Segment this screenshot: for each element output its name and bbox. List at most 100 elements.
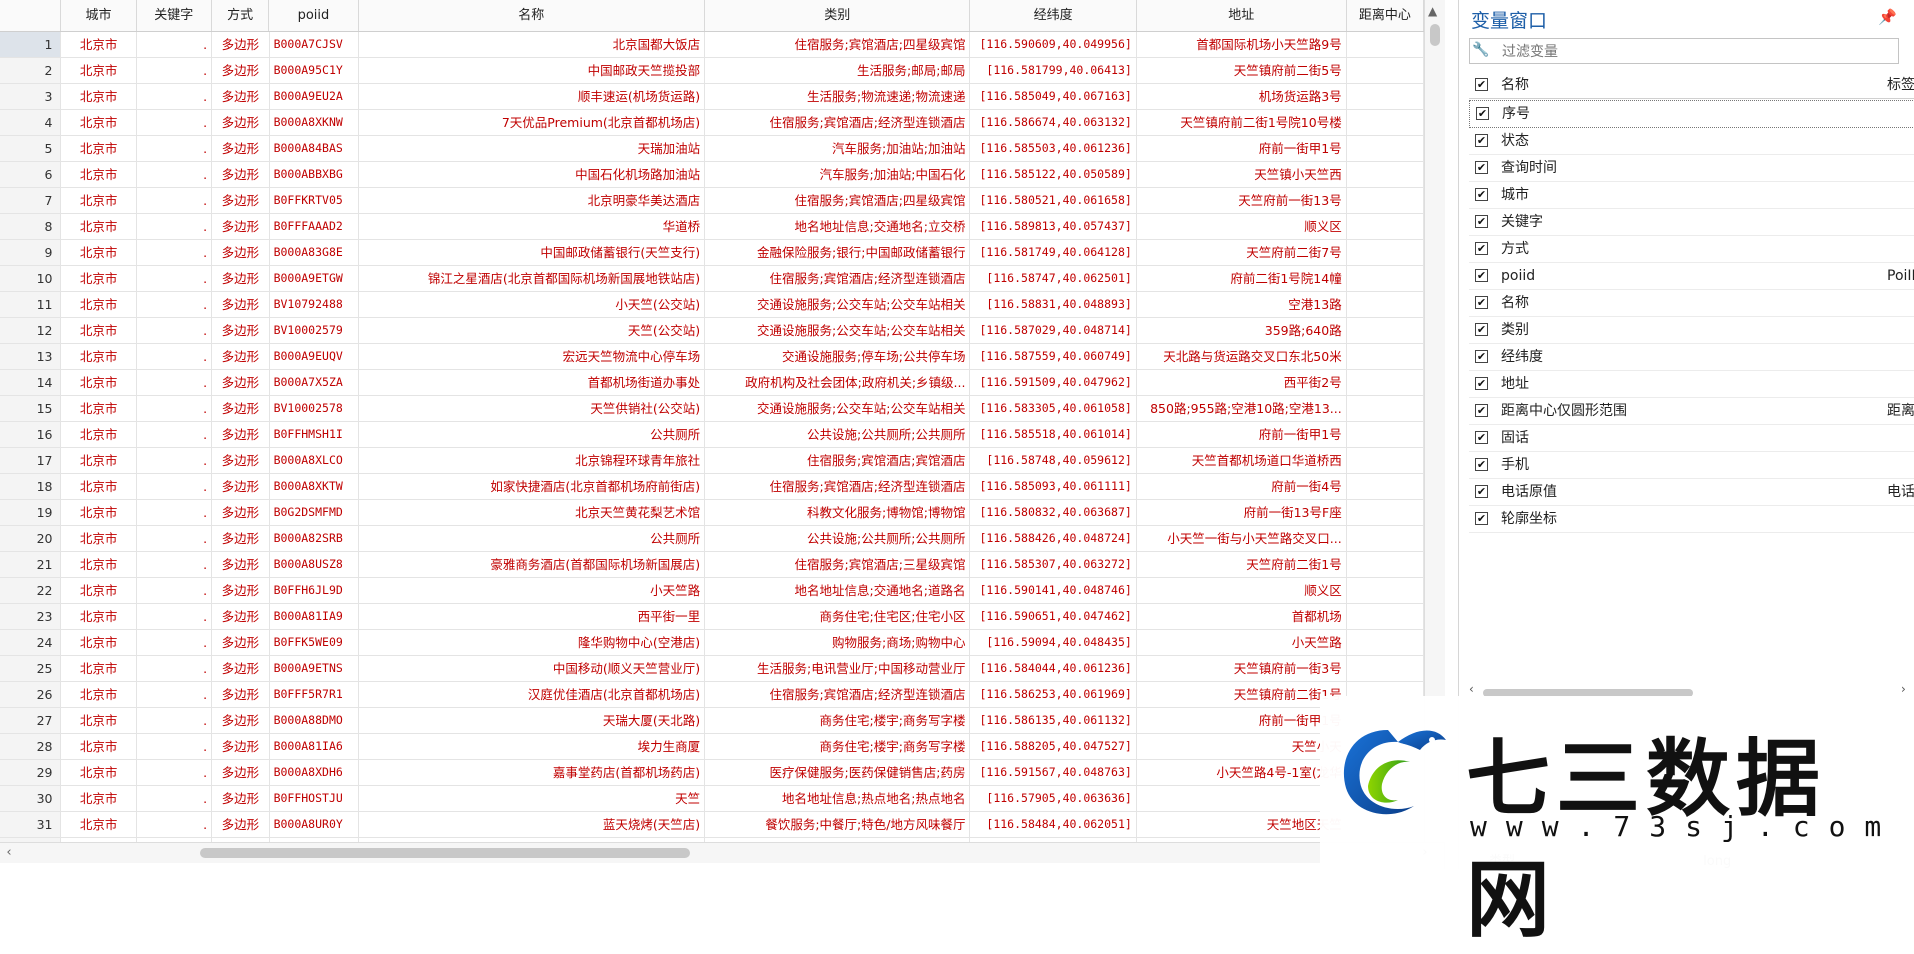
table-cell-name[interactable]: 北京天竺黄花梨艺术馆 bbox=[359, 500, 706, 525]
table-cell-coords[interactable]: [116.588426,40.048724] bbox=[970, 526, 1137, 551]
checkbox[interactable]: ✔ bbox=[1475, 161, 1488, 174]
table-cell-mode[interactable]: 多边形 bbox=[212, 500, 270, 525]
table-cell-keyword[interactable]: . bbox=[137, 786, 213, 811]
table-cell-mode[interactable]: 多边形 bbox=[212, 136, 270, 161]
table-row[interactable]: 19 北京市. 多边形 B0G2DSMFMD 北京天竺黄花梨艺术馆 科教文化服务;博物馆;… bbox=[0, 500, 1424, 526]
table-cell-coords[interactable]: [116.585049,40.067163] bbox=[970, 84, 1137, 109]
checkbox[interactable]: ✔ bbox=[1475, 269, 1488, 282]
table-cell-keyword[interactable]: . bbox=[137, 812, 213, 837]
table-cell-address[interactable]: 359路;640路 bbox=[1137, 318, 1347, 343]
table-row[interactable]: 23 北京市. 多边形 B000A81IA9 西平街一里 商务住宅;住宅区;住宅小区 [11… bbox=[0, 604, 1424, 630]
table-cell-keyword[interactable]: . bbox=[137, 734, 213, 759]
variable-item[interactable]: ✔ 轮廓坐标 bbox=[1469, 506, 1914, 533]
row-number[interactable]: 1 bbox=[0, 32, 62, 57]
table-row[interactable]: 10 北京市. 多边形 B000A9ETGW 锦江之星酒店(北京首都国际机场新国展地铁站… bbox=[0, 266, 1424, 292]
table-cell-coords[interactable]: [116.580832,40.063687] bbox=[970, 500, 1137, 525]
variable-item[interactable]: ✔ 经纬度 bbox=[1469, 344, 1914, 371]
table-cell-name[interactable]: 北京锦程环球青年旅社 bbox=[359, 448, 706, 473]
table-cell-city[interactable]: 北京市 bbox=[61, 682, 137, 707]
table-cell-poiid[interactable]: B000A9EU2A bbox=[270, 84, 359, 109]
table-cell-name[interactable]: 天竺 bbox=[359, 786, 706, 811]
table-cell-coords[interactable]: [116.57905,40.063636] bbox=[970, 786, 1137, 811]
table-cell-keyword[interactable]: . bbox=[137, 500, 213, 525]
table-cell-mode[interactable]: 多边形 bbox=[212, 630, 270, 655]
row-number[interactable]: 22 bbox=[0, 578, 62, 603]
table-cell-poiid[interactable]: B0G2DSMFMD bbox=[270, 500, 359, 525]
table-row[interactable]: 18 北京市. 多边形 B000A8XKTW 如家快捷酒店(北京首都机场府前街店) 住宿服… bbox=[0, 474, 1424, 500]
table-cell-poiid[interactable]: B000A8UR0Y bbox=[270, 812, 359, 837]
row-number[interactable]: 4 bbox=[0, 110, 62, 135]
table-cell-address[interactable]: 天竺镇小天竺西 bbox=[1137, 162, 1347, 187]
table-cell-name[interactable]: 中国石化机场路加油站 bbox=[359, 162, 706, 187]
table-cell-poiid[interactable]: B0FFHOSTJU bbox=[270, 786, 359, 811]
checkbox[interactable]: ✔ bbox=[1475, 323, 1488, 336]
table-cell-keyword[interactable]: . bbox=[137, 344, 213, 369]
row-number[interactable]: 13 bbox=[0, 344, 62, 369]
table-cell-category[interactable]: 生活服务;电讯营业厅;中国移动营业厅 bbox=[705, 656, 971, 681]
table-cell-address[interactable]: 机场货运路3号 bbox=[1137, 84, 1347, 109]
table-cell-category[interactable]: 餐饮服务;中餐厅;特色/地方风味餐厅 bbox=[705, 812, 971, 837]
table-cell-mode[interactable]: 多边形 bbox=[212, 812, 270, 837]
row-number[interactable]: 15 bbox=[0, 396, 62, 421]
table-cell-name[interactable]: 北京明豪华美达酒店 bbox=[359, 188, 706, 213]
table-cell-mode[interactable]: 多边形 bbox=[212, 448, 270, 473]
table-cell-name[interactable]: 锦江之星酒店(北京首都国际机场新国展地铁站店) bbox=[359, 266, 706, 291]
row-number[interactable]: 21 bbox=[0, 552, 62, 577]
table-cell-mode[interactable]: 多边形 bbox=[212, 526, 270, 551]
table-cell-address[interactable]: 府前一街4号 bbox=[1137, 474, 1347, 499]
table-cell-address[interactable]: 府前一街甲1号 bbox=[1137, 136, 1347, 161]
filter-input[interactable] bbox=[1500, 41, 1894, 63]
checkbox[interactable]: ✔ bbox=[1475, 350, 1488, 363]
column-header-coords[interactable]: 经纬度 bbox=[970, 0, 1137, 31]
row-number[interactable]: 17 bbox=[0, 448, 62, 473]
table-cell-coords[interactable]: [116.586135,40.061132] bbox=[970, 708, 1137, 733]
checkbox[interactable]: ✔ bbox=[1475, 296, 1488, 309]
table-cell-coords[interactable]: [116.590141,40.048746] bbox=[970, 578, 1137, 603]
table-cell-address[interactable]: 府前一街甲1号 bbox=[1137, 708, 1347, 733]
table-cell-poiid[interactable]: B000A8USZ8 bbox=[270, 552, 359, 577]
table-cell-poiid[interactable]: B000A7X5ZA bbox=[270, 370, 359, 395]
table-cell-mode[interactable]: 多边形 bbox=[212, 318, 270, 343]
table-row[interactable]: 28 北京市. 多边形 B000A81IA6 埃力生商厦 商务住宅;楼宇;商务写字楼 [11… bbox=[0, 734, 1424, 760]
table-cell-keyword[interactable]: . bbox=[137, 448, 213, 473]
row-number[interactable]: 27 bbox=[0, 708, 62, 733]
table-cell-category[interactable]: 公共设施;公共厕所;公共厕所 bbox=[705, 526, 971, 551]
table-cell-poiid[interactable]: B000A8XKTW bbox=[270, 474, 359, 499]
row-number[interactable]: 3 bbox=[0, 84, 62, 109]
table-cell-address[interactable]: 天竺镇府前二街1号 bbox=[1137, 682, 1347, 707]
table-cell-address[interactable]: 天竺府前二街1号 bbox=[1137, 552, 1347, 577]
table-cell-keyword[interactable]: . bbox=[137, 84, 213, 109]
table-cell-city[interactable]: 北京市 bbox=[61, 58, 137, 83]
table-cell-keyword[interactable]: . bbox=[137, 604, 213, 629]
table-cell-name[interactable]: 西平街一里 bbox=[359, 604, 706, 629]
table-cell-city[interactable]: 北京市 bbox=[61, 188, 137, 213]
table-cell-distance[interactable] bbox=[1347, 240, 1424, 265]
table-cell-poiid[interactable]: B000A7CJSV bbox=[270, 32, 359, 57]
table-cell-distance[interactable] bbox=[1347, 578, 1424, 603]
table-row[interactable]: 1 北京市. 多边形 B000A7CJSV 北京国都大饭店 住宿服务;宾馆酒店;四星级宾馆… bbox=[0, 32, 1424, 58]
table-row[interactable]: 11 北京市. 多边形 BV10792488 小天竺(公交站) 交通设施服务;公交车站;公… bbox=[0, 292, 1424, 318]
checkbox[interactable]: ✔ bbox=[1475, 242, 1488, 255]
table-cell-distance[interactable] bbox=[1347, 630, 1424, 655]
grid-horizontal-scrollbar[interactable]: ‹ › bbox=[0, 842, 1444, 863]
table-cell-poiid[interactable]: BV10792488 bbox=[270, 292, 359, 317]
table-row[interactable]: 13 北京市. 多边形 B000A9EUQV 宏远天竺物流中心停车场 交通设施服务;停车场… bbox=[0, 344, 1424, 370]
table-cell-city[interactable]: 北京市 bbox=[61, 786, 137, 811]
table-cell-mode[interactable]: 多边形 bbox=[212, 188, 270, 213]
table-cell-keyword[interactable]: . bbox=[137, 552, 213, 577]
column-header-address[interactable]: 地址 bbox=[1137, 0, 1347, 31]
table-row[interactable]: 9 北京市. 多边形 B000A83G8E 中国邮政储蓄银行(天竺支行) 金融保险服务;银… bbox=[0, 240, 1424, 266]
table-cell-city[interactable]: 北京市 bbox=[61, 240, 137, 265]
table-cell-poiid[interactable]: B000A88DMO bbox=[270, 708, 359, 733]
table-cell-category[interactable]: 汽车服务;加油站;加油站 bbox=[705, 136, 971, 161]
table-cell-poiid[interactable]: B000A9EUQV bbox=[270, 344, 359, 369]
checkbox[interactable]: ✔ bbox=[1475, 431, 1488, 444]
table-cell-poiid[interactable]: B0FFH6JL9D bbox=[270, 578, 359, 603]
table-cell-address[interactable]: 天竺小天 bbox=[1137, 734, 1347, 759]
table-cell-category[interactable]: 住宿服务;宾馆酒店;三星级宾馆 bbox=[705, 552, 971, 577]
table-cell-city[interactable]: 北京市 bbox=[61, 84, 137, 109]
table-cell-address[interactable]: 顺义区 bbox=[1137, 214, 1347, 239]
table-cell-keyword[interactable]: . bbox=[137, 292, 213, 317]
checkbox[interactable]: ✔ bbox=[1475, 215, 1488, 228]
table-cell-distance[interactable] bbox=[1347, 110, 1424, 135]
